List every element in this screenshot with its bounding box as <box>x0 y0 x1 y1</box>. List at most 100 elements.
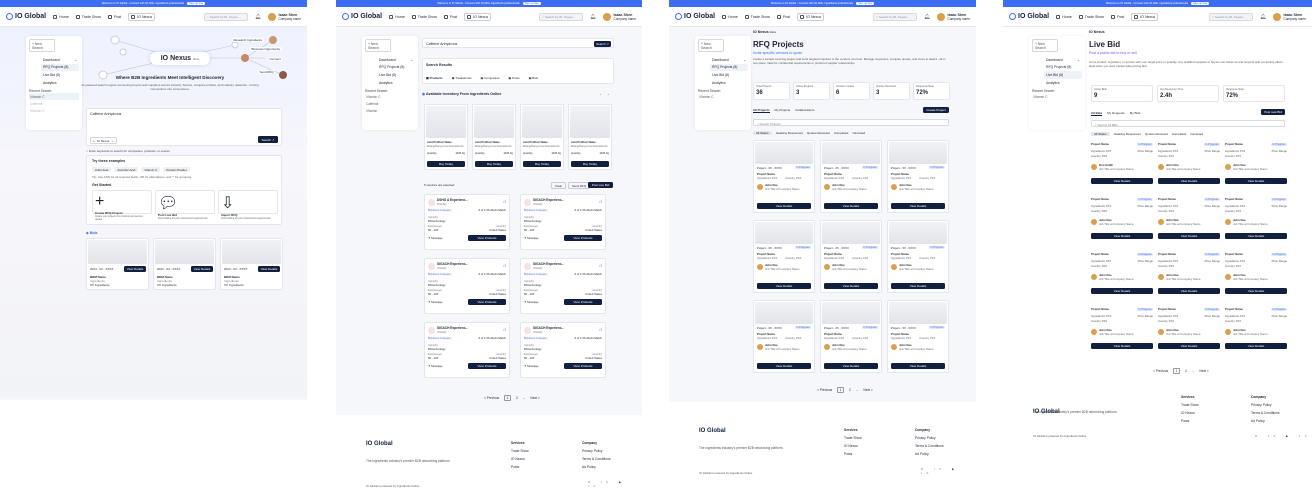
nav-post[interactable]: Post <box>776 14 790 19</box>
footer-logo[interactable]: IO Global <box>699 428 726 434</box>
logo[interactable]: IO Global <box>6 13 46 20</box>
view-details-button[interactable]: View Details <box>1091 178 1153 184</box>
filter-all[interactable]: All Status <box>1091 132 1110 136</box>
view-details-button[interactable]: View Details <box>891 203 945 209</box>
sidebar-item-rfq[interactable]: RFQ Projects (8) <box>1044 64 1082 72</box>
next-page[interactable]: Next > <box>1199 369 1208 373</box>
filter-awaiting[interactable]: Awaiting Responses <box>776 131 803 135</box>
nav-post[interactable]: Post <box>1110 14 1124 19</box>
footer-link[interactable]: Terms & Conditions <box>915 444 944 448</box>
history-item[interactable]: Caffeine <box>29 100 79 107</box>
nav-trade-show[interactable]: Trade Show <box>1078 14 1104 19</box>
view-details-button[interactable]: View Details <box>824 203 878 209</box>
logo[interactable]: IO Global <box>342 13 382 20</box>
next-page[interactable]: Next > <box>530 396 539 400</box>
view-details-button[interactable]: View Details <box>757 283 811 289</box>
footer-link[interactable]: Privacy Policy <box>1251 403 1272 407</box>
nav-home[interactable]: Home <box>53 14 69 19</box>
view-details-button[interactable]: View Details <box>1091 343 1153 349</box>
product-card[interactable]: Acid Profitsol Name Zhangzhang Lima Chem… <box>520 104 564 170</box>
search-bar[interactable]: Caffeine Anhydrous Search ↗ <box>422 38 614 48</box>
tab-collaborations[interactable]: Collaborations <box>795 108 814 113</box>
sidebar-item-live-bid[interactable]: Live Bid (8) <box>377 71 415 79</box>
history-item[interactable]: Vitamin C <box>29 93 79 101</box>
message-button[interactable]: ✈ Message <box>428 236 442 240</box>
search-button[interactable]: Search ↗ <box>258 136 278 143</box>
history-item[interactable]: Vitamin C <box>365 93 415 100</box>
page-2[interactable]: 2 <box>849 388 851 392</box>
nav-trade-show[interactable]: Trade Show <box>744 14 770 19</box>
tab-my-projects[interactable]: My Projects <box>775 108 791 113</box>
new-search-button[interactable]: + New Search <box>1032 39 1058 52</box>
bid-card[interactable]: Project Name In Progress Ingredients XXX P… <box>1158 142 1220 190</box>
bid-card[interactable]: Project Name In Progress Ingredients XXX P… <box>1225 197 1287 245</box>
buy-today-button[interactable]: Buy Today <box>475 161 513 167</box>
tab-all-projects[interactable]: All Projects <box>753 108 770 113</box>
buy-today-button[interactable]: Buy Today <box>427 161 465 167</box>
top-search-input[interactable]: ⌕ Search by ID, Keywo... <box>873 12 918 21</box>
next-arrow-icon[interactable]: › <box>608 92 609 96</box>
gs-post-bid[interactable]: 💬︎ Post Live Bid Post bidding for your cus… <box>155 190 215 220</box>
view-products-button[interactable]: View Products <box>468 235 506 241</box>
logo[interactable]: IO Global <box>675 13 715 20</box>
nav-trade-show[interactable]: Trade Show <box>75 14 101 19</box>
view-details-button[interactable]: View Details <box>1225 288 1287 294</box>
post-new-bid-button[interactable]: Post new Bid <box>1261 109 1285 115</box>
tab-my-bids[interactable]: My Bids <box>1130 111 1141 116</box>
product-card[interactable]: Acid Profitsol Name Zhangzhang Lima Chem… <box>472 104 516 170</box>
prev-page[interactable]: < Previous <box>1153 369 1168 373</box>
filter-quotes[interactable]: Quotes Received <box>1145 132 1168 136</box>
view-products-button[interactable]: View Products <box>468 363 506 369</box>
footer-logo[interactable]: IO Global <box>366 441 393 447</box>
checkbox-icon[interactable]: ☐ <box>599 200 602 204</box>
bid-card[interactable]: Project Name In Progress Ingredients XXX P… <box>1225 307 1287 355</box>
banner-cta[interactable]: Sign up free <box>187 2 206 5</box>
buy-today-button[interactable]: Buy Today <box>523 161 561 167</box>
user-menu[interactable]: Isaac Shen Company name <box>268 12 301 21</box>
new-search-button[interactable]: + New Search <box>29 39 55 52</box>
product-card[interactable]: Acid Profitsol Name Zhangzhang Lima Chem… <box>568 104 612 170</box>
checkbox-icon[interactable]: ☐ <box>599 328 602 332</box>
view-products-button[interactable]: View Products <box>468 299 506 305</box>
message-button[interactable]: ✈ Message <box>428 300 442 304</box>
view-details-button[interactable]: View Details <box>824 363 878 369</box>
nav-post[interactable]: Post <box>443 14 457 19</box>
view-details-button[interactable]: View Details <box>191 266 213 272</box>
sidebar-item-dashboard[interactable]: Dashboard ⌄ <box>1044 56 1082 64</box>
checkbox-icon[interactable]: ☐ <box>503 200 506 204</box>
filter-all[interactable]: All Status <box>753 131 772 135</box>
sidebar-item-analytics[interactable]: Analytics <box>41 79 79 87</box>
bid-card[interactable]: Project Name In Progress Ingredients XXX P… <box>1225 142 1287 190</box>
page-1[interactable]: 1 <box>1173 368 1180 374</box>
bell-icon[interactable]: 🔔︎ <box>590 14 596 20</box>
footer-link[interactable]: Trade Show <box>1181 403 1199 407</box>
filter-quotes[interactable]: Quotes Received <box>807 131 830 135</box>
company-card[interactable]: SIGACH Experienc... Country ☐ Business C… <box>424 258 510 314</box>
view-details-button[interactable]: View Details <box>757 203 811 209</box>
tab-my-requests[interactable]: My Requests <box>1107 111 1125 116</box>
view-details-button[interactable]: View Details <box>124 266 146 272</box>
sidebar-item-dashboard[interactable]: Dashboard ⌄ <box>377 56 415 64</box>
view-products-button[interactable]: View Products <box>564 299 602 305</box>
view-details-button[interactable]: View Details <box>1158 288 1220 294</box>
footer-link[interactable]: Trade Show <box>844 436 862 440</box>
bid-card[interactable]: Project Name In Progress Ingredients XXX P… <box>1158 197 1220 245</box>
history-item[interactable]: Vitamin C <box>1032 93 1082 100</box>
social-icons[interactable]: X in ▶ in <box>1255 434 1311 438</box>
bid-card[interactable]: Project Name In Progress Ingredients XXX P… <box>1158 307 1220 355</box>
page-1[interactable]: 1 <box>837 387 844 393</box>
user-menu[interactable]: Isaac Shen Company name <box>603 12 636 21</box>
user-menu[interactable]: Isaac Shen Company name <box>1273 12 1306 21</box>
page-2[interactable]: 2 <box>516 396 518 400</box>
social-icons[interactable]: X in ▶ in <box>921 467 976 475</box>
bid-card[interactable]: Project Name In Progress Ingredients XXX P… <box>1225 252 1287 300</box>
project-card[interactable]: Project - XX - XXXX In Progress Project … <box>753 220 815 293</box>
footer-link[interactable]: Posts <box>511 465 519 469</box>
footer-link[interactable]: Posts <box>1181 419 1189 423</box>
nav-io-nexus[interactable]: IO Nexus <box>128 12 156 21</box>
page-1[interactable]: 1 <box>504 395 511 401</box>
tab-posts[interactable]: ▣ Posts <box>508 76 519 80</box>
example-chip[interactable]: Citric Acid <box>92 167 112 172</box>
sidebar-item-live-bid[interactable]: Live Bid (8) <box>1044 71 1082 79</box>
bid-card[interactable]: Project Name In Progress Ingredients XXX P… <box>1091 252 1153 300</box>
